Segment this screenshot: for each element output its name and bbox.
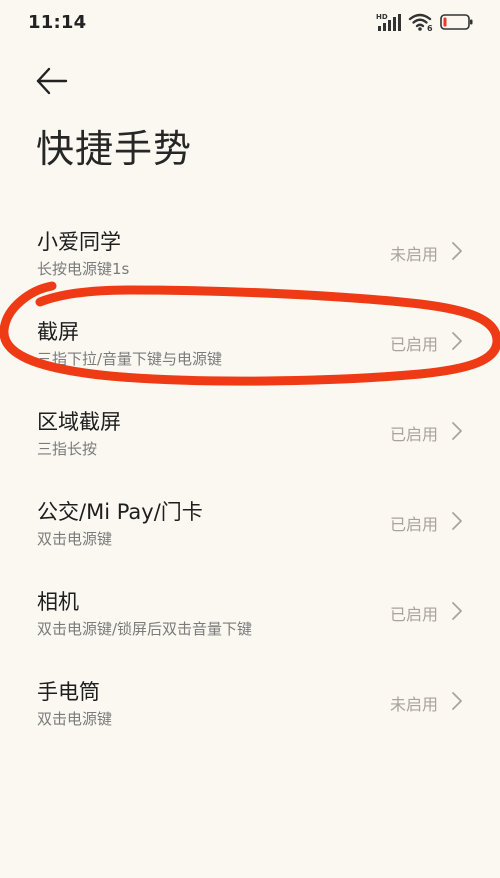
status-time: 11:14 <box>28 12 87 33</box>
network-label: HD <box>376 13 388 21</box>
chevron-right-icon <box>452 242 462 260</box>
list-item-xiaoai[interactable]: 小爱同学 长按电源键1s 未启用 <box>0 206 500 296</box>
list-item-area-screenshot[interactable]: 区域截屏 三指长按 已启用 <box>0 386 500 476</box>
chevron-right-icon <box>452 332 462 350</box>
page-title: 快捷手势 <box>36 127 193 171</box>
list-item-subtitle: 双击电源键/锁屏后双击音量下键 <box>37 620 253 638</box>
list-item-status: 未启用 <box>389 695 438 714</box>
chevron-right-icon <box>452 692 462 710</box>
list-item-flashlight[interactable]: 手电筒 双击电源键 未启用 <box>0 656 500 746</box>
status-icons: HD 6 <box>376 12 474 36</box>
list-item-subtitle: 三指长按 <box>37 440 98 458</box>
list-item-subtitle: 双击电源键 <box>37 710 113 728</box>
list-item-title: 相机 <box>37 590 79 614</box>
list-item-status: 已启用 <box>389 605 438 624</box>
gesture-list: 小爱同学 长按电源键1s 未启用 截屏 三指下拉/音量下键与电源键 已启用 区域… <box>0 206 500 746</box>
list-item-subtitle: 三指下拉/音量下键与电源键 <box>37 350 223 368</box>
status-bar: 11:14 HD 6 <box>0 0 500 48</box>
wifi-label: 6 <box>427 24 433 32</box>
list-item-subtitle: 长按电源键1s <box>37 260 130 278</box>
wifi-icon: 6 <box>408 12 434 36</box>
arrow-left-icon <box>36 67 68 95</box>
back-button[interactable] <box>34 64 70 100</box>
chevron-right-icon <box>452 422 462 440</box>
list-item-screenshot[interactable]: 截屏 三指下拉/音量下键与电源键 已启用 <box>0 296 500 386</box>
list-item-title: 小爱同学 <box>37 230 121 254</box>
chevron-right-icon <box>452 512 462 530</box>
list-item-mipay[interactable]: 公交/Mi Pay/门卡 双击电源键 已启用 <box>0 476 500 566</box>
battery-icon <box>440 13 474 35</box>
list-item-title: 区域截屏 <box>37 410 121 434</box>
list-item-status: 已启用 <box>389 425 438 444</box>
list-item-status: 已启用 <box>389 515 438 534</box>
list-item-subtitle: 双击电源键 <box>37 530 113 548</box>
list-item-status: 未启用 <box>389 245 438 264</box>
signal-icon: HD <box>376 12 402 36</box>
list-item-title: 公交/Mi Pay/门卡 <box>37 500 203 524</box>
list-item-status: 已启用 <box>389 335 438 354</box>
chevron-right-icon <box>452 602 462 620</box>
list-item-title: 截屏 <box>37 320 79 344</box>
list-item-title: 手电筒 <box>37 680 100 704</box>
list-item-camera[interactable]: 相机 双击电源键/锁屏后双击音量下键 已启用 <box>0 566 500 656</box>
